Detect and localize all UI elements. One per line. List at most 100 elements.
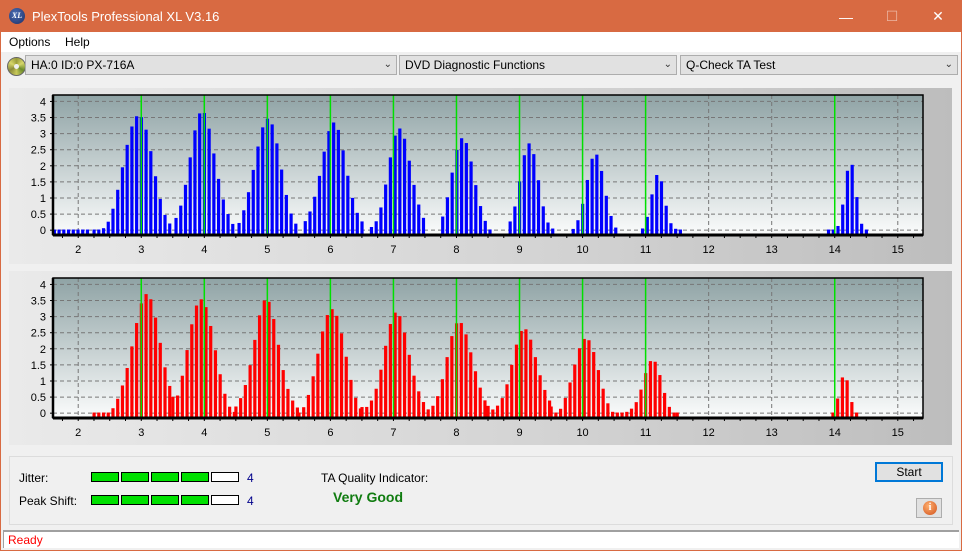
bar <box>524 329 528 418</box>
bar <box>223 393 227 418</box>
x-tick-label: 10 <box>576 427 588 439</box>
bar <box>855 197 859 235</box>
bar <box>500 398 504 418</box>
bar <box>609 215 613 235</box>
bar <box>469 352 473 418</box>
y-tick-label: 1.5 <box>31 360 46 372</box>
bar <box>595 154 599 235</box>
info-button[interactable]: i <box>916 498 942 518</box>
bar <box>473 371 478 418</box>
bar <box>450 336 454 418</box>
bar <box>495 405 500 418</box>
y-tick-label: 4 <box>40 96 46 108</box>
bar <box>648 361 653 418</box>
bar <box>658 375 662 418</box>
bar <box>845 380 849 418</box>
jitter-meter-segment <box>181 472 209 482</box>
bar <box>483 220 487 235</box>
bar <box>231 223 235 235</box>
bar <box>464 143 468 235</box>
bar <box>221 199 225 235</box>
y-tick-label: 1 <box>40 193 46 205</box>
peak-shift-meter-segment <box>121 495 149 505</box>
peak-shift-meter <box>91 495 241 505</box>
bar <box>663 392 667 418</box>
bar <box>536 180 541 235</box>
bar <box>529 339 533 418</box>
drive-select-value: HA:0 ID:0 PX-716A <box>31 58 135 72</box>
bar <box>585 179 589 235</box>
bar <box>402 332 407 418</box>
bar <box>188 157 192 235</box>
close-button[interactable]: ✕ <box>915 1 961 32</box>
minimize-button[interactable]: — <box>823 1 869 32</box>
bar <box>135 116 139 235</box>
start-button[interactable]: Start <box>875 462 943 482</box>
bar <box>513 206 517 235</box>
bar <box>209 325 213 418</box>
bar <box>639 389 643 418</box>
chart-panel-top: 0 0.5 1 1.5 2 2.5 3 3.5 4 2 3 4 5 6 7 8 9 10 11 12 13 14 15 <box>9 88 952 264</box>
bar <box>218 374 222 418</box>
bar <box>365 406 369 418</box>
bar <box>234 406 238 418</box>
bar <box>360 407 364 418</box>
bar <box>355 212 359 235</box>
bar <box>253 339 257 418</box>
jitter-meter-segment <box>151 472 179 482</box>
bar <box>163 214 167 235</box>
x-tick-label: 2 <box>75 244 81 256</box>
bar <box>379 369 383 418</box>
bar <box>590 158 594 235</box>
bar <box>289 213 293 235</box>
jitter-meter-segment <box>211 472 239 482</box>
x-tick-label: 10 <box>576 244 588 256</box>
bar <box>505 384 509 418</box>
bar <box>257 315 262 418</box>
maximize-button[interactable]: ☐ <box>869 1 915 32</box>
chevron-down-icon: ⌄ <box>944 59 953 70</box>
bar <box>216 178 221 235</box>
drive-select[interactable]: HA:0 ID:0 PX-716A ⌄ <box>25 55 397 75</box>
bar <box>190 324 194 418</box>
x-tick-label: 3 <box>138 244 144 256</box>
bar <box>841 204 845 235</box>
bar <box>116 189 120 235</box>
bar <box>543 389 547 418</box>
bar <box>276 344 281 418</box>
bar <box>532 154 536 235</box>
bar <box>592 352 596 418</box>
x-tick-label: 14 <box>829 244 841 256</box>
bar <box>185 350 189 418</box>
bar <box>144 129 148 235</box>
bar <box>308 211 312 235</box>
peak-shift-value: 4 <box>247 494 254 508</box>
bar <box>669 223 673 235</box>
menu-options[interactable]: Options <box>9 35 50 49</box>
function-select[interactable]: DVD Diagnostic Functions ⌄ <box>399 55 677 75</box>
peak-shift-meter-segment <box>181 495 209 505</box>
jitter-meter-segment <box>91 472 119 482</box>
bar <box>474 185 478 235</box>
bar <box>153 176 158 235</box>
bar <box>445 197 450 235</box>
bar <box>522 155 526 235</box>
peak-shift-meter-segment <box>211 495 239 505</box>
chevron-down-icon: ⌄ <box>663 59 672 70</box>
bar <box>228 406 232 418</box>
bar <box>262 300 266 418</box>
app-window: XL PlexTools Professional XL V3.16 — ☐ ✕… <box>0 0 962 551</box>
bar <box>354 397 358 418</box>
test-select[interactable]: Q-Check TA Test ⌄ <box>680 55 958 75</box>
x-tick-label: 4 <box>201 244 207 256</box>
x-tick-label: 9 <box>516 244 522 256</box>
bar <box>311 376 315 418</box>
toolbar: HA:0 ID:0 PX-716A ⌄ DVD Diagnostic Funct… <box>1 53 961 79</box>
bar <box>402 138 407 235</box>
bar <box>226 214 230 235</box>
x-tick-label: 6 <box>327 244 333 256</box>
y-tick-label: 1.5 <box>31 177 46 189</box>
menu-help[interactable]: Help <box>65 35 90 49</box>
peak-shift-meter-segment <box>91 495 119 505</box>
bar <box>655 174 659 235</box>
